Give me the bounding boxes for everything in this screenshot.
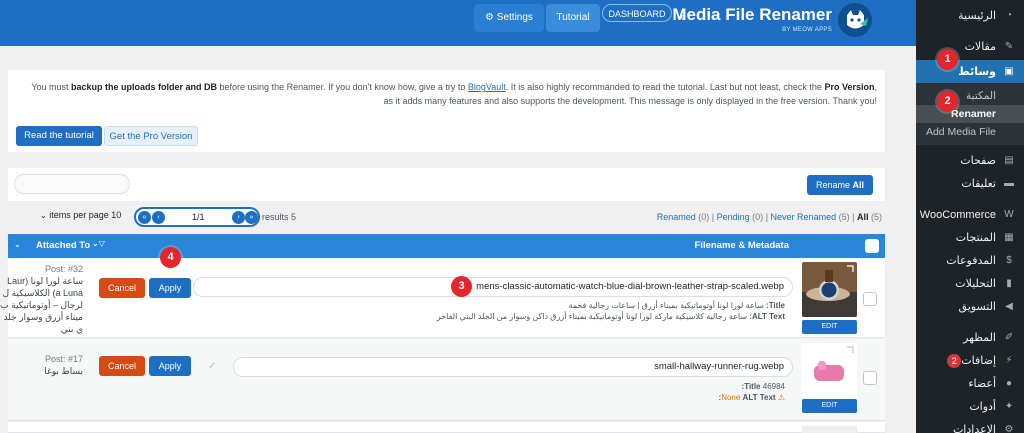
table-row: [8, 422, 885, 433]
thumbnail: [802, 426, 857, 433]
sidebar-item-users[interactable]: ● أعضاء: [916, 372, 1024, 395]
sidebar-item-products[interactable]: ▦ المنتجات: [916, 226, 1024, 249]
sidebar-item-media[interactable]: ▣ وسائط: [916, 60, 1024, 83]
rug-thumbnail: [802, 343, 857, 398]
last-page-button[interactable]: »: [245, 211, 258, 224]
step-marker-1: 1: [937, 49, 958, 70]
notice-message: You must backup the uploads folder and D…: [31, 82, 877, 106]
table-row: EDIT small-hallway-runner-rug.webp ✓ 469…: [8, 339, 885, 421]
page-indicator: 1/1: [192, 212, 205, 222]
step-marker-3: 3: [451, 276, 472, 297]
comment-icon: ▬: [1004, 178, 1014, 189]
megaphone-icon: ◀: [1005, 301, 1013, 312]
apply-button[interactable]: Apply: [149, 356, 191, 376]
table-row: EDIT mens-classic-automatic-watch-blue-d…: [0, 258, 885, 338]
filename-input[interactable]: mens-classic-automatic-watch-blue-dial-b…: [193, 277, 793, 297]
sidebar-item-pages[interactable]: ▤ صفحات: [916, 149, 1024, 172]
submenu-add-media[interactable]: Add Media File: [916, 123, 1024, 141]
archive-icon: ▦: [1004, 232, 1014, 243]
blogvault-link[interactable]: BlogVault: [468, 82, 506, 92]
admin-sidebar: ◔ الرئيسية ✎ مقالات ▣ وسائط المكتبة Renamer…: [916, 0, 1024, 433]
tab-settings[interactable]: ⚙ Settings: [474, 4, 544, 32]
page-subtitle: BY MEOW APPS: [782, 27, 832, 33]
media-icon: ▣: [1004, 66, 1014, 77]
user-icon: ●: [1005, 378, 1013, 389]
plugin-header: ⚙ Settings Tutorial DASHBOARD ‹ Media Fi…: [0, 0, 916, 46]
submenu-library[interactable]: المكتبة: [916, 87, 1024, 105]
step-marker-4: 4: [160, 247, 181, 268]
dollar-icon: $: [1006, 255, 1012, 266]
pagination: « ‹ 1/1 › »: [134, 207, 260, 227]
pin-icon: ✎: [1004, 41, 1014, 52]
attached-post: Post: #32 ساعة لورا لونا (Laur a Luna) ا…: [0, 264, 83, 334]
sidebar-item-comments[interactable]: ▬ تعليقات: [916, 172, 1024, 195]
items-per-page-select[interactable]: ⌄ items per page 10: [40, 210, 121, 220]
plugin-icon: ⚡: [1005, 355, 1013, 366]
filter-funnel-icon[interactable]: ⌄▽: [92, 239, 105, 248]
rename-toolbar: Rename All: [8, 168, 885, 201]
watch-thumbnail: [802, 262, 857, 317]
row-checkbox[interactable]: [863, 292, 877, 306]
file-metadata: 46984 Title: ⚠ None ALT Text:: [718, 382, 785, 402]
sidebar-item-dashboard[interactable]: ◔ الرئيسية: [916, 4, 1024, 27]
apply-button[interactable]: Apply: [149, 278, 191, 298]
plugins-update-badge: 2: [947, 353, 962, 368]
status-filters: Renamed (0) | Pending (0) | Never Rename…: [656, 212, 882, 222]
dashboard-button[interactable]: DASHBOARD: [602, 4, 672, 22]
results-count: results 5: [262, 212, 297, 222]
checkmark-icon: ✓: [208, 361, 217, 372]
first-page-button[interactable]: «: [138, 211, 151, 224]
backup-notice: You must backup the uploads folder and D…: [8, 70, 885, 152]
filename-input[interactable]: small-hallway-runner-rug.webp: [233, 357, 793, 377]
search-input[interactable]: [14, 174, 130, 194]
sidebar-item-tools[interactable]: ✦ أدوات: [916, 395, 1024, 418]
gear-icon: ⚙: [485, 12, 495, 23]
woo-icon: W: [1004, 209, 1014, 220]
read-tutorial-button[interactable]: Read the tutorial: [16, 126, 102, 146]
get-pro-button[interactable]: Get the Pro Version: [104, 126, 198, 146]
page-title: Media File Renamer: [672, 5, 832, 24]
next-page-button[interactable]: ›: [232, 211, 245, 224]
dashboard-icon: ◔: [1005, 10, 1013, 21]
filter-never-renamed[interactable]: Never Renamed: [771, 212, 837, 222]
cancel-button[interactable]: Cancel: [99, 356, 145, 376]
wrench-icon: ✦: [1004, 401, 1014, 412]
settings-icon: ⚙: [1004, 424, 1014, 433]
sidebar-item-marketing[interactable]: ◀ التسويق: [916, 295, 1024, 318]
col-attached-to[interactable]: Attached To: [36, 240, 90, 251]
cancel-button[interactable]: Cancel: [99, 278, 145, 298]
filter-all[interactable]: All: [857, 212, 869, 222]
file-metadata: Title: ساعة لورا لونا أوتوماتيكية بميناء…: [436, 301, 785, 321]
meow-logo-icon: [838, 3, 872, 37]
sort-chevron-icon[interactable]: ⌄: [14, 240, 21, 249]
tab-tutorial[interactable]: Tutorial: [546, 4, 600, 32]
table-header: ⌄ Attached To ⌄▽ Filename & Metadata: [8, 234, 885, 258]
sidebar-item-woocommerce[interactable]: W WooCommerce: [916, 203, 1024, 226]
edit-button[interactable]: EDIT: [802, 399, 857, 413]
sidebar-item-settings[interactable]: ⚙ الإعدادات: [916, 418, 1024, 433]
chevron-down-icon: ⌄: [40, 211, 47, 220]
rename-all-button[interactable]: Rename All: [807, 175, 873, 195]
sidebar-item-plugins[interactable]: ⚡ إضافات 2: [916, 349, 1024, 372]
brush-icon: ✐: [1004, 332, 1014, 343]
bar-chart-icon: ▮: [1006, 278, 1012, 289]
select-all-checkbox[interactable]: [865, 239, 879, 253]
page-icon: ▤: [1004, 155, 1014, 166]
col-filename[interactable]: Filename & Metadata: [695, 240, 790, 251]
sidebar-item-analytics[interactable]: ▮ التحليلات: [916, 272, 1024, 295]
media-submenu: المكتبة Renamer Add Media File: [916, 83, 1024, 145]
step-marker-2: 2: [937, 91, 958, 112]
search-icon[interactable]: 🔍︎: [0, 7, 11, 21]
prev-page-button[interactable]: ‹: [152, 211, 165, 224]
filter-pending[interactable]: Pending: [717, 212, 750, 222]
warning-icon: ⚠: [777, 393, 785, 402]
attached-post: Post: #17 بساط بوغا: [44, 354, 83, 376]
submenu-renamer[interactable]: Renamer: [916, 105, 1024, 123]
sidebar-item-appearance[interactable]: ✐ المظهر: [916, 326, 1024, 349]
filter-renamed[interactable]: Renamed: [657, 212, 696, 222]
row-checkbox[interactable]: [863, 371, 877, 385]
edit-button[interactable]: EDIT: [802, 320, 857, 334]
sidebar-item-payments[interactable]: $ المدفوعات: [916, 249, 1024, 272]
sidebar-item-posts[interactable]: ✎ مقالات: [916, 35, 1024, 58]
